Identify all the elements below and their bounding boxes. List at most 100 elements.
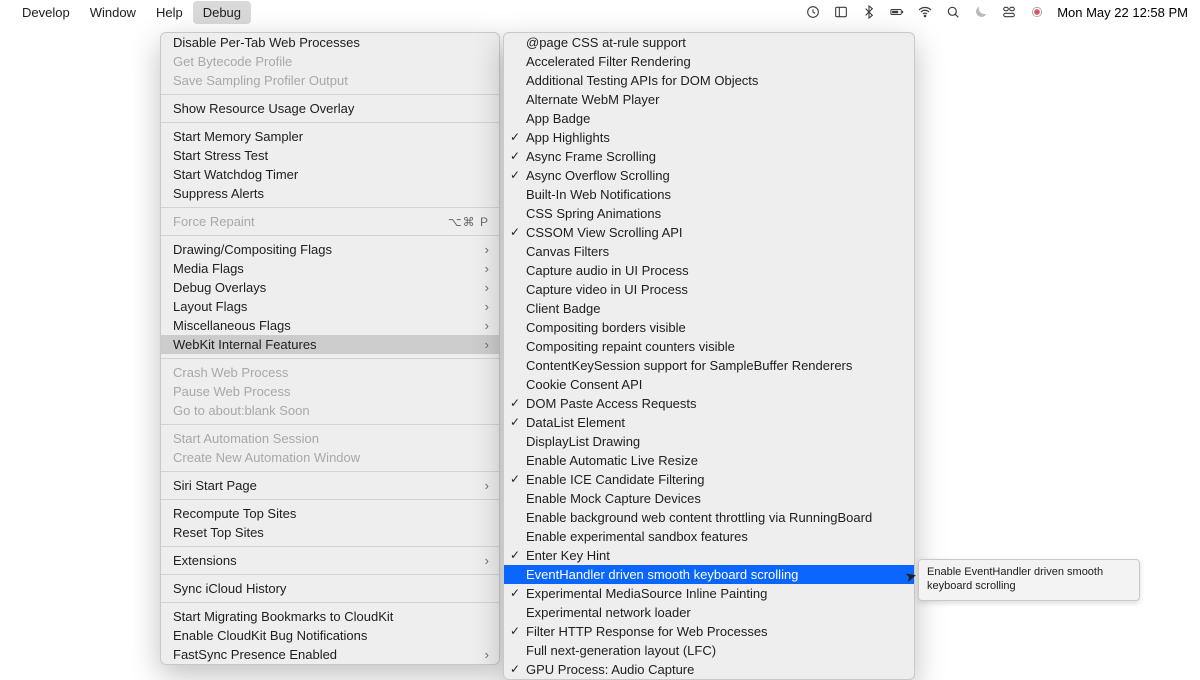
debug-menu-item[interactable]: Start Automation Session › bbox=[161, 429, 499, 448]
feature-menu-item[interactable]: ✓ Alternate WebM Player bbox=[504, 90, 914, 109]
feature-menu-item[interactable]: ✓ Built-In Web Notifications bbox=[504, 185, 914, 204]
debug-menu: Disable Per-Tab Web Processes › Get Byte… bbox=[160, 32, 500, 665]
feature-menu-item[interactable]: ✓ Experimental MediaSource Inline Painti… bbox=[504, 584, 914, 603]
feature-menu-item[interactable]: ✓ Enable Mock Capture Devices bbox=[504, 489, 914, 508]
debug-menu-item[interactable]: Show Resource Usage Overlay › bbox=[161, 99, 499, 118]
checkmark-icon: ✓ bbox=[510, 548, 520, 562]
menubar-item-debug[interactable]: Debug bbox=[193, 1, 251, 24]
chevron-right-icon: › bbox=[485, 242, 489, 257]
menu-separator bbox=[161, 424, 499, 425]
menubar: DevelopWindowHelpDebug Mon May 22 12:58 … bbox=[0, 0, 1200, 24]
debug-submenu-item[interactable]: Media Flags › bbox=[161, 259, 499, 278]
feature-menu-item[interactable]: ✓ Enable ICE Candidate Filtering bbox=[504, 470, 914, 489]
feature-menu-item[interactable]: ✓ Enable Automatic Live Resize bbox=[504, 451, 914, 470]
checkmark-icon: ✓ bbox=[510, 396, 520, 410]
debug-menu-item[interactable]: Start Stress Test › bbox=[161, 146, 499, 165]
feature-menu-item[interactable]: ✓ DOM Paste Access Requests bbox=[504, 394, 914, 413]
webkit-internal-features-menu: ✓ @page CSS at-rule support ✓ Accelerate… bbox=[503, 32, 915, 680]
debug-menu-item[interactable]: Pause Web Process › bbox=[161, 382, 499, 401]
feature-menu-item[interactable]: ✓ EventHandler driven smooth keyboard sc… bbox=[504, 565, 914, 584]
menu-separator bbox=[161, 574, 499, 575]
feature-menu-item[interactable]: ✓ DataList Element bbox=[504, 413, 914, 432]
checkmark-icon: ✓ bbox=[510, 472, 520, 486]
feature-menu-item[interactable]: ✓ Filter HTTP Response for Web Processes bbox=[504, 622, 914, 641]
feature-menu-item[interactable]: ✓ Compositing borders visible bbox=[504, 318, 914, 337]
debug-menu-item[interactable]: Reset Top Sites › bbox=[161, 523, 499, 542]
debug-menu-item[interactable]: Suppress Alerts › bbox=[161, 184, 499, 203]
debug-menu-item[interactable]: Disable Per-Tab Web Processes › bbox=[161, 33, 499, 52]
debug-submenu-item[interactable]: Siri Start Page › bbox=[161, 476, 499, 495]
menu-separator bbox=[161, 235, 499, 236]
debug-menu-item[interactable]: Start Watchdog Timer › bbox=[161, 165, 499, 184]
bluetooth-icon[interactable] bbox=[861, 4, 877, 20]
siri-icon[interactable] bbox=[1029, 4, 1045, 20]
moon-icon[interactable] bbox=[973, 4, 989, 20]
feature-menu-item[interactable]: ✓ Enter Key Hint bbox=[504, 546, 914, 565]
debug-submenu-item[interactable]: Debug Overlays › bbox=[161, 278, 499, 297]
checkmark-icon: ✓ bbox=[510, 624, 520, 638]
shortcut-text: ⌥⌘ P bbox=[448, 215, 489, 229]
menu-separator bbox=[161, 122, 499, 123]
feature-menu-item[interactable]: ✓ Compositing repaint counters visible bbox=[504, 337, 914, 356]
feature-menu-item[interactable]: ✓ Accelerated Filter Rendering bbox=[504, 52, 914, 71]
feature-menu-item[interactable]: ✓ CSSOM View Scrolling API bbox=[504, 223, 914, 242]
menubar-item-develop[interactable]: Develop bbox=[12, 1, 80, 24]
debug-menu-item[interactable]: Go to about:blank Soon › bbox=[161, 401, 499, 420]
feature-menu-item[interactable]: ✓ DisplayList Drawing bbox=[504, 432, 914, 451]
debug-menu-item[interactable]: Enable CloudKit Bug Notifications › bbox=[161, 626, 499, 645]
debug-menu-item[interactable]: Sync iCloud History › bbox=[161, 579, 499, 598]
feature-menu-item[interactable]: ✓ Enable background web content throttli… bbox=[504, 508, 914, 527]
debug-submenu-item[interactable]: WebKit Internal Features › bbox=[161, 335, 499, 354]
control-center-icon[interactable] bbox=[1001, 4, 1017, 20]
feature-menu-item[interactable]: ✓ Enable experimental sandbox features bbox=[504, 527, 914, 546]
debug-menu-item[interactable]: Start Memory Sampler › bbox=[161, 127, 499, 146]
feature-menu-item[interactable]: ✓ App Badge bbox=[504, 109, 914, 128]
feature-menu-item[interactable]: ✓ Full next-generation layout (LFC) bbox=[504, 641, 914, 660]
debug-menu-item[interactable]: Create New Automation Window › bbox=[161, 448, 499, 467]
feature-menu-item[interactable]: ✓ Cookie Consent API bbox=[504, 375, 914, 394]
debug-submenu-item[interactable]: Extensions › bbox=[161, 551, 499, 570]
feature-menu-item[interactable]: ✓ Client Badge bbox=[504, 299, 914, 318]
feature-menu-item[interactable]: ✓ Async Frame Scrolling bbox=[504, 147, 914, 166]
debug-menu-item[interactable]: Start Migrating Bookmarks to CloudKit › bbox=[161, 607, 499, 626]
debug-menu-item[interactable]: Force Repaint ⌥⌘ P › bbox=[161, 212, 499, 231]
feature-menu-item[interactable]: ✓ ContentKeySession support for SampleBu… bbox=[504, 356, 914, 375]
menubar-item-window[interactable]: Window bbox=[80, 1, 146, 24]
debug-submenu-item[interactable]: FastSync Presence Enabled › bbox=[161, 645, 499, 664]
menubar-item-help[interactable]: Help bbox=[146, 1, 193, 24]
sidebar-icon[interactable] bbox=[833, 4, 849, 20]
checkmark-icon: ✓ bbox=[510, 415, 520, 429]
menu-separator bbox=[161, 207, 499, 208]
feature-menu-item[interactable]: ✓ App Highlights bbox=[504, 128, 914, 147]
time-machine-icon[interactable] bbox=[805, 4, 821, 20]
feature-menu-item[interactable]: ✓ Additional Testing APIs for DOM Object… bbox=[504, 71, 914, 90]
menu-separator bbox=[161, 499, 499, 500]
feature-menu-item[interactable]: ✓ Experimental network loader bbox=[504, 603, 914, 622]
menubar-datetime[interactable]: Mon May 22 12:58 PM bbox=[1057, 5, 1188, 20]
chevron-right-icon: › bbox=[485, 280, 489, 295]
feature-menu-item[interactable]: ✓ GPU Process: Audio Capture bbox=[504, 660, 914, 679]
feature-menu-item[interactable]: ✓ Canvas Filters bbox=[504, 242, 914, 261]
wifi-icon[interactable] bbox=[917, 4, 933, 20]
feature-menu-item[interactable]: ✓ Async Overflow Scrolling bbox=[504, 166, 914, 185]
feature-menu-item[interactable]: ✓ @page CSS at-rule support bbox=[504, 33, 914, 52]
debug-menu-item[interactable]: Recompute Top Sites › bbox=[161, 504, 499, 523]
status-area: Mon May 22 12:58 PM bbox=[805, 4, 1188, 20]
debug-menu-item[interactable]: Save Sampling Profiler Output › bbox=[161, 71, 499, 90]
battery-icon[interactable] bbox=[889, 4, 905, 20]
debug-submenu-item[interactable]: Layout Flags › bbox=[161, 297, 499, 316]
checkmark-icon: ✓ bbox=[510, 149, 520, 163]
feature-menu-item[interactable]: ✓ CSS Spring Animations bbox=[504, 204, 914, 223]
debug-submenu-item[interactable]: Miscellaneous Flags › bbox=[161, 316, 499, 335]
chevron-right-icon: › bbox=[485, 299, 489, 314]
debug-menu-item[interactable]: Get Bytecode Profile › bbox=[161, 52, 499, 71]
chevron-right-icon: › bbox=[485, 318, 489, 333]
chevron-right-icon: › bbox=[485, 478, 489, 493]
feature-menu-item[interactable]: ✓ Capture audio in UI Process bbox=[504, 261, 914, 280]
chevron-right-icon: › bbox=[485, 337, 489, 352]
debug-submenu-item[interactable]: Drawing/Compositing Flags › bbox=[161, 240, 499, 259]
debug-menu-item[interactable]: Crash Web Process › bbox=[161, 363, 499, 382]
chevron-right-icon: › bbox=[485, 261, 489, 276]
feature-menu-item[interactable]: ✓ Capture video in UI Process bbox=[504, 280, 914, 299]
search-icon[interactable] bbox=[945, 4, 961, 20]
